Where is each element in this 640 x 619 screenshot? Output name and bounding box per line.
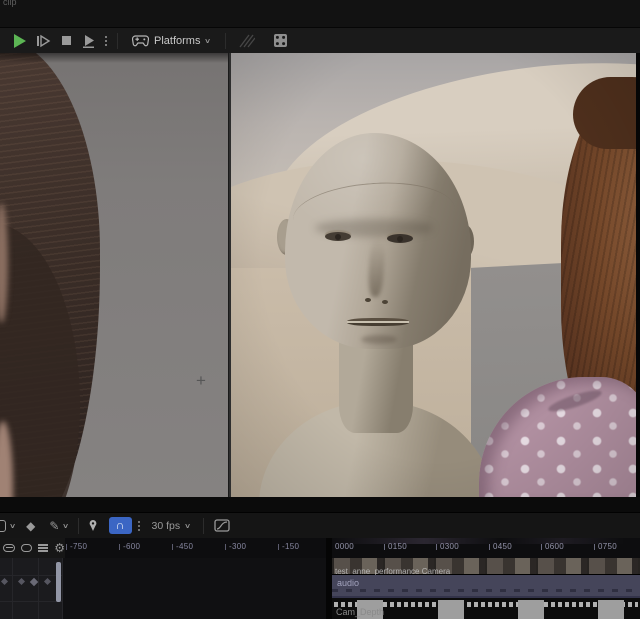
toolbar-separator (224, 32, 226, 49)
device-grid-button[interactable] (268, 30, 293, 52)
edit-mode-button[interactable]: ✎ ∨ (44, 515, 73, 537)
mini-scrollbar-thumb[interactable] (56, 562, 61, 602)
timeline-tracks-area[interactable]: test_anne_performance Camera audio Cam_D… (332, 558, 640, 619)
keyframe-dot[interactable] (43, 577, 52, 586)
platforms-label: Platforms (154, 34, 201, 47)
collapsed-track-icon[interactable] (3, 544, 15, 552)
multi-user-button[interactable] (232, 30, 260, 52)
play-from-start-icon (83, 34, 94, 48)
clipped-toolbar-icon[interactable] (0, 519, 6, 532)
location-pin-icon (89, 520, 96, 531)
stop-icon (62, 36, 71, 45)
stop-button[interactable] (56, 30, 77, 52)
ruler-tick: 0000 (335, 542, 354, 551)
keyframe-block[interactable] (438, 600, 464, 619)
chevron-down-icon: ∨ (184, 522, 192, 530)
depth-track-label: Cam_Depth (336, 607, 385, 617)
toolbar-separator (117, 32, 118, 49)
pencil-icon: ✎ (49, 518, 60, 533)
gamepad-icon (132, 34, 149, 46)
diagonal-lines-icon (239, 34, 255, 47)
row-divider (0, 601, 63, 602)
play-options-kebab[interactable] (101, 35, 111, 46)
chevron-down-icon: ∨ (204, 37, 212, 45)
ruler-tick: 0600 (541, 543, 564, 551)
curve-editor-icon (214, 519, 230, 532)
step-forward-icon (37, 34, 51, 47)
keyframe-block[interactable] (598, 600, 624, 619)
keyframe-dot[interactable] (0, 577, 9, 586)
chevron-down-icon: ∨ (62, 522, 70, 530)
toolbar-separator (203, 517, 205, 534)
track-mini-panel[interactable] (0, 558, 63, 619)
audio-track[interactable]: audio (332, 575, 640, 598)
audio-track-label: audio (337, 578, 360, 588)
play-button[interactable] (9, 30, 31, 52)
keyframe-dot[interactable] (29, 577, 39, 587)
metahuman-3d-viewport[interactable] (231, 53, 640, 497)
title-strip: clip (0, 0, 640, 27)
play-icon (14, 33, 26, 48)
column-divider (38, 558, 39, 619)
ruler-tick: 0450 (489, 543, 512, 551)
crosshair-cursor: + (196, 371, 206, 390)
ruler-tick: -450 (172, 543, 193, 551)
ruler-tick: -150 (278, 543, 299, 551)
track-list-icon[interactable] (38, 544, 49, 552)
fps-label: 30 fps (151, 519, 181, 532)
ruler-tint-strip (332, 538, 640, 544)
keyframe-diamond-icon: ◆ (26, 518, 36, 533)
keyframe-dot[interactable] (17, 577, 26, 586)
ruler-tick: -600 (119, 543, 140, 551)
collapsed-track-icon[interactable] (20, 544, 33, 552)
camera-filmstrip-track[interactable]: test_anne_performance Camera (332, 558, 640, 576)
step-forward-button[interactable] (31, 30, 56, 52)
play-from-start-button[interactable] (77, 30, 101, 52)
spawn-pin-button[interactable] (83, 515, 103, 537)
corner-label: clip (3, 0, 17, 7)
settings-gear-icon[interactable]: ⚙ (54, 542, 65, 554)
ruler-tick: 0300 (436, 543, 459, 551)
application-window: clip Platforms ∨ + ∨ ◆ ✎ ∨ ∩ 30 fps ∨ -7… (0, 0, 640, 619)
toolbar-separator (77, 517, 79, 534)
snap-options-kebab[interactable] (134, 520, 144, 531)
viewport[interactable]: + (0, 53, 640, 497)
track-outliner-area[interactable] (0, 558, 326, 619)
scene-vignette (231, 53, 640, 497)
main-toolbar: Platforms ∨ (0, 27, 640, 53)
column-divider (12, 558, 13, 619)
snap-toggle-button[interactable]: ∩ (108, 517, 132, 534)
keyframe-block[interactable] (518, 600, 544, 619)
ruler-tick: 0750 (594, 543, 617, 551)
curve-editor-button[interactable] (209, 515, 235, 537)
chevron-down-icon: ∨ (8, 522, 17, 530)
ruler-tick: 0150 (384, 543, 407, 551)
ruler-tick: -750 (66, 543, 87, 551)
platforms-dropdown[interactable]: Platforms ∨ (124, 35, 219, 47)
audio-waveform (332, 589, 640, 592)
magnet-icon: ∩ (115, 517, 125, 532)
reference-video-front[interactable]: + (0, 53, 228, 497)
device-grid-icon (273, 34, 287, 47)
frame-rate-dropdown[interactable]: 30 fps ∨ (144, 520, 199, 532)
ruler-tick: -300 (225, 543, 246, 551)
depth-keyframe-track[interactable]: Cam_Depth (332, 600, 640, 619)
scene-letterbox-right (636, 53, 640, 497)
sequencer-toolbar: ∨ ◆ ✎ ∨ ∩ 30 fps ∨ (0, 512, 640, 538)
keyframe-button[interactable]: ◆ (21, 515, 40, 537)
panel-top-shadow (0, 53, 228, 63)
track-filter-toolbar: ⚙ (0, 538, 65, 558)
row-divider (0, 575, 63, 576)
